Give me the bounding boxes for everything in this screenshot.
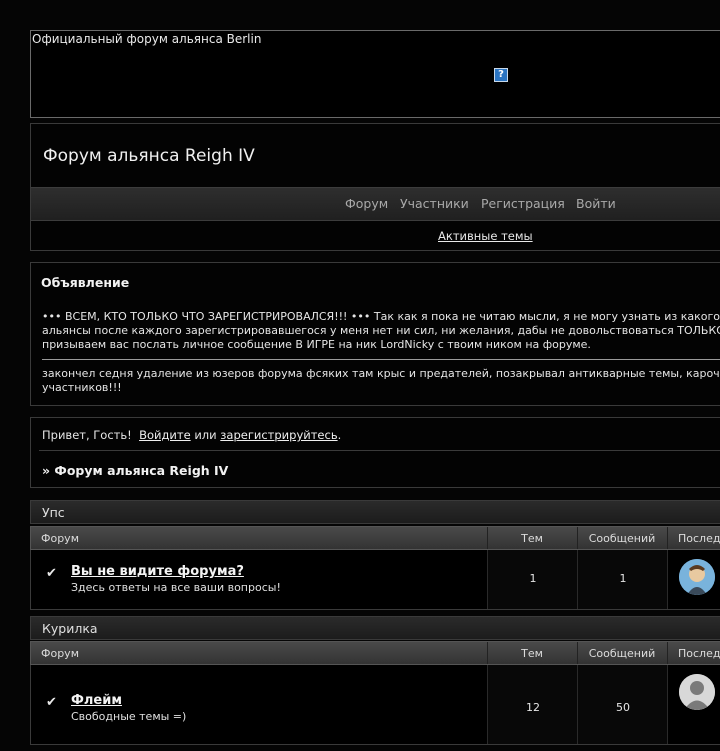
category-header[interactable]: Упс (30, 500, 720, 524)
register-link[interactable]: зарегистрируйтесь (220, 428, 337, 442)
divider (39, 450, 720, 451)
forum-link[interactable]: Вы не видите форума? (71, 564, 244, 579)
col-topics: Тем (521, 532, 543, 545)
announcement-line: ••• ВСЕМ, КТО ТОЛЬКО ЧТО ЗАРЕГИСТРИРОВАЛ… (42, 310, 720, 323)
announcement-line: участников!!! (42, 381, 122, 394)
check-icon: ✔ (46, 566, 57, 581)
table-header: Форум Тем Сообщений Послед (30, 526, 720, 550)
posts-count: 50 (577, 665, 668, 744)
forum-cell: ✔ Вы не видите форума? Здесь ответы на в… (31, 550, 487, 609)
col-posts: Сообщений (588, 532, 656, 545)
period-text: . (337, 428, 342, 442)
col-divider (667, 527, 668, 549)
col-divider (667, 642, 668, 664)
forum-title: Форум альянса Reigh IV (43, 146, 255, 166)
col-last-post: Послед (678, 647, 720, 660)
topics-count: 1 (487, 550, 578, 609)
main-navigation: Форум Участники Регистрация Войти (31, 187, 720, 221)
nav-login[interactable]: Войти (576, 196, 616, 211)
default-avatar-icon[interactable] (679, 674, 715, 710)
active-topics-link[interactable]: Активные темы (438, 229, 533, 243)
topics-count: 12 (487, 665, 578, 744)
alliance-banner: Официальный форум альянса Berlin ? (30, 30, 720, 118)
nav-members[interactable]: Участники (400, 196, 469, 211)
category-header[interactable]: Курилка (30, 616, 720, 640)
col-last-post: Послед (678, 532, 720, 545)
table-header: Форум Тем Сообщений Послед (30, 641, 720, 665)
announcement-line: призываем вас послать личное сообщение В… (42, 338, 591, 351)
category-name: Упс (42, 505, 65, 520)
nav-register[interactable]: Регистрация (481, 196, 565, 211)
forum-cell: ✔ Флейм Свободные темы =) (31, 665, 487, 744)
posts-count: 1 (577, 550, 668, 609)
announcement-title: Объявление (41, 275, 130, 290)
guest-greeting: Привет, Гость! Войдите или зарегистрируй… (42, 428, 341, 442)
help-question-icon[interactable]: ? (494, 68, 508, 82)
check-icon: ✔ (46, 695, 57, 710)
last-post-cell (667, 550, 720, 609)
breadcrumb[interactable]: » Форум альянса Reigh IV (42, 463, 228, 478)
forum-description: Свободные темы =) (71, 710, 187, 723)
col-topics: Тем (521, 647, 543, 660)
table-row: ✔ Вы не видите форума? Здесь ответы на в… (30, 550, 720, 610)
announcement-line: альянсы после каждого зарегистрировавшег… (42, 324, 720, 337)
announcement-line: закончел седня удаление из юзеров форума… (42, 367, 720, 380)
col-forum: Форум (41, 532, 79, 545)
banner-text: Официальный форум альянса Berlin (32, 32, 262, 46)
or-text: или (194, 428, 217, 442)
last-post-cell (667, 665, 720, 744)
greeting-text: Привет, Гость! (42, 428, 132, 442)
welcome-box: Привет, Гость! Войдите или зарегистрируй… (30, 417, 720, 488)
announcement-divider (42, 359, 720, 360)
category-name: Курилка (42, 621, 98, 636)
table-row: ✔ Флейм Свободные темы =) 12 50 (30, 665, 720, 745)
col-posts: Сообщений (588, 647, 656, 660)
col-forum: Форум (41, 647, 79, 660)
login-link[interactable]: Войдите (139, 428, 191, 442)
avatar[interactable] (679, 559, 715, 595)
forum-link[interactable]: Флейм (71, 693, 122, 708)
announcement-box: Объявление ••• ВСЕМ, КТО ТОЛЬКО ЧТО ЗАРЕ… (30, 262, 720, 406)
forum-header: Форум альянса Reigh IV Форум Участники Р… (30, 123, 720, 251)
nav-forum[interactable]: Форум (345, 196, 388, 211)
forum-description: Здесь ответы на все ваши вопросы! (71, 581, 281, 594)
